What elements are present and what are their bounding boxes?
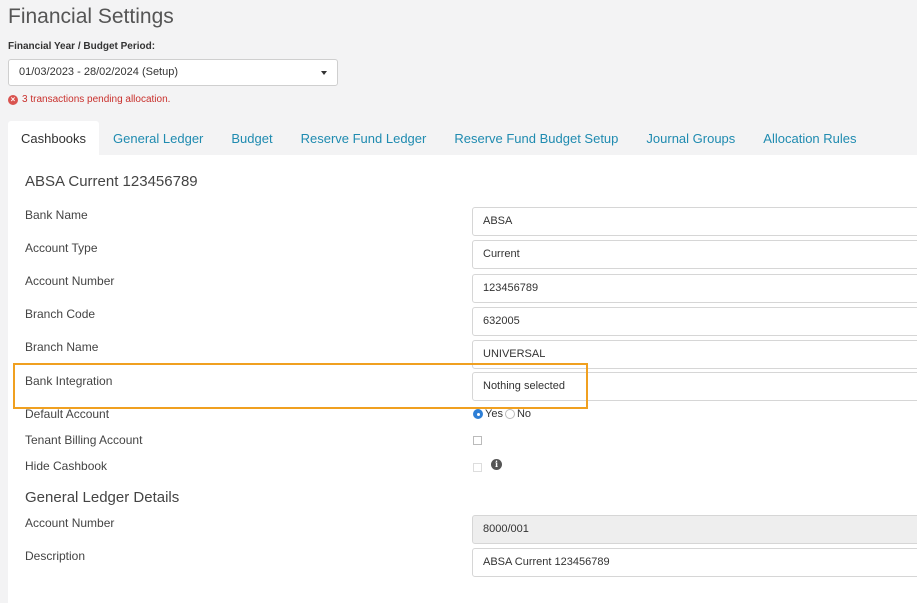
tenant-billing-label: Tenant Billing Account	[25, 433, 143, 447]
page-title: Financial Settings	[8, 5, 174, 28]
default-account-radio-group: Yes No	[473, 408, 533, 420]
branch-code-input[interactable]: 632005	[472, 307, 917, 336]
budget-period-value: 01/03/2023 - 28/02/2024 (Setup)	[19, 66, 179, 78]
account-number-label: Account Number	[25, 274, 115, 288]
cashbook-title: ABSA Current 123456789	[25, 173, 198, 190]
hide-cashbook-checkbox[interactable]	[473, 463, 482, 472]
account-type-input[interactable]: Current	[472, 240, 917, 269]
error-circle-icon: ×	[8, 94, 18, 105]
default-account-yes-label: Yes	[485, 408, 503, 420]
hide-cashbook-label: Hide Cashbook	[25, 459, 108, 473]
branch-code-label: Branch Code	[25, 307, 96, 321]
tab-journal-groups[interactable]: Journal Groups	[632, 121, 749, 155]
budget-period-select[interactable]: 01/03/2023 - 28/02/2024 (Setup)	[8, 59, 338, 86]
tab-reserve-fund-budget-setup[interactable]: Reserve Fund Budget Setup	[440, 121, 632, 155]
tab-budget[interactable]: Budget	[217, 121, 286, 155]
branch-name-input[interactable]: UNIVERSAL	[472, 340, 917, 369]
gl-description-label: Description	[25, 549, 86, 563]
tab-general-ledger[interactable]: General Ledger	[99, 121, 217, 155]
bank-integration-label: Bank Integration	[25, 374, 113, 388]
gl-account-number-input: 8000/001	[472, 515, 917, 544]
gl-details-title: General Ledger Details	[25, 489, 180, 506]
tab-allocation-rules[interactable]: Allocation Rules	[749, 121, 870, 155]
settings-tabs: Cashbooks General Ledger Budget Reserve …	[8, 121, 871, 155]
pending-allocation-text: 3 transactions pending allocation.	[22, 94, 171, 105]
default-account-no-radio[interactable]	[504, 409, 515, 419]
info-icon[interactable]: i	[491, 459, 502, 470]
gl-account-number-label: Account Number	[25, 516, 115, 530]
bank-name-input[interactable]: ABSA	[472, 207, 917, 236]
default-account-label: Default Account	[25, 407, 110, 421]
account-number-input[interactable]: 123456789	[472, 274, 917, 303]
tenant-billing-checkbox[interactable]	[473, 436, 482, 445]
default-account-yes-radio[interactable]	[473, 409, 483, 419]
bank-integration-select[interactable]: Nothing selected	[472, 372, 917, 401]
account-type-label: Account Type	[25, 241, 98, 255]
pending-allocation-alert: × 3 transactions pending allocation.	[8, 94, 170, 105]
caret-down-icon	[321, 71, 327, 75]
bank-name-label: Bank Name	[25, 208, 88, 222]
tab-cashbooks[interactable]: Cashbooks	[8, 121, 100, 155]
default-account-no-label: No	[516, 408, 532, 420]
tab-reserve-fund-ledger[interactable]: Reserve Fund Ledger	[287, 121, 441, 155]
gl-description-input[interactable]: ABSA Current 123456789	[472, 548, 917, 577]
period-label: Financial Year / Budget Period:	[8, 41, 156, 52]
branch-name-label: Branch Name	[25, 340, 99, 354]
